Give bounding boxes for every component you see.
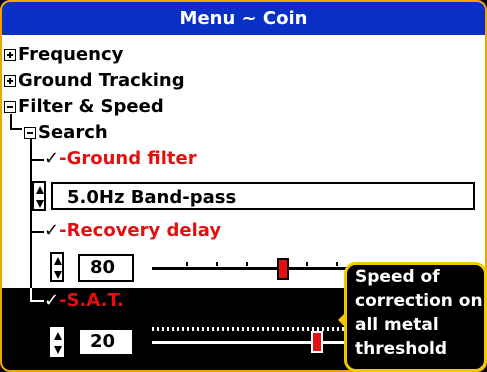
tree-label-frequency: Frequency — [18, 44, 124, 65]
sat-thumb[interactable] — [311, 331, 323, 353]
checkmark-icon: ✓ — [44, 148, 60, 169]
tree-label-search: Search — [38, 122, 108, 143]
ground-filter-spin-arrows[interactable] — [32, 181, 46, 211]
minus-box-icon[interactable] — [4, 101, 16, 113]
sat-label: S.A.T. — [66, 290, 124, 311]
recovery-delay-thumb[interactable] — [277, 258, 289, 280]
setting-recovery-delay[interactable]: ✓-Recovery delay — [44, 220, 221, 241]
tree-connector — [10, 114, 12, 128]
plus-box-icon[interactable] — [4, 75, 16, 87]
tree-connector — [30, 300, 44, 302]
setting-sat[interactable]: ✓-S.A.T. — [44, 290, 124, 311]
checkmark-icon: ✓ — [44, 220, 60, 241]
tree-item-filter-speed[interactable]: Filter & Speed — [4, 96, 164, 117]
help-tooltip: Speed of correction on all metal thresho… — [344, 262, 487, 372]
tree-item-ground-tracking[interactable]: Ground Tracking — [4, 70, 185, 91]
sat-spin-arrows[interactable] — [50, 327, 64, 357]
tree-connector — [10, 128, 22, 130]
tree-item-search[interactable]: Search — [24, 122, 108, 143]
tree-item-frequency[interactable]: Frequency — [4, 44, 123, 65]
recovery-delay-label: Recovery delay — [66, 220, 222, 241]
tree-label-ground-tracking: Ground Tracking — [18, 70, 185, 91]
tree-connector — [30, 231, 44, 233]
menu-title: Menu ~ Coin — [2, 2, 485, 35]
recovery-delay-spin-arrows[interactable] — [50, 252, 64, 282]
ground-filter-select[interactable]: 5.0Hz Band-pass — [51, 182, 475, 210]
tree-connector — [30, 139, 32, 291]
tree-connector — [30, 288, 32, 300]
minus-box-icon[interactable] — [24, 127, 36, 139]
ground-filter-value: 5.0Hz Band-pass — [67, 187, 237, 208]
setting-ground-filter[interactable]: ✓-Ground filter — [44, 148, 197, 169]
tree-label-filter-speed: Filter & Speed — [18, 96, 164, 117]
sat-value[interactable]: 20 — [78, 328, 134, 356]
plus-box-icon[interactable] — [4, 49, 16, 61]
ground-filter-label: Ground filter — [66, 148, 197, 169]
checkmark-icon: ✓ — [44, 290, 60, 311]
recovery-delay-value[interactable]: 80 — [78, 254, 134, 282]
tree-connector — [30, 159, 44, 161]
